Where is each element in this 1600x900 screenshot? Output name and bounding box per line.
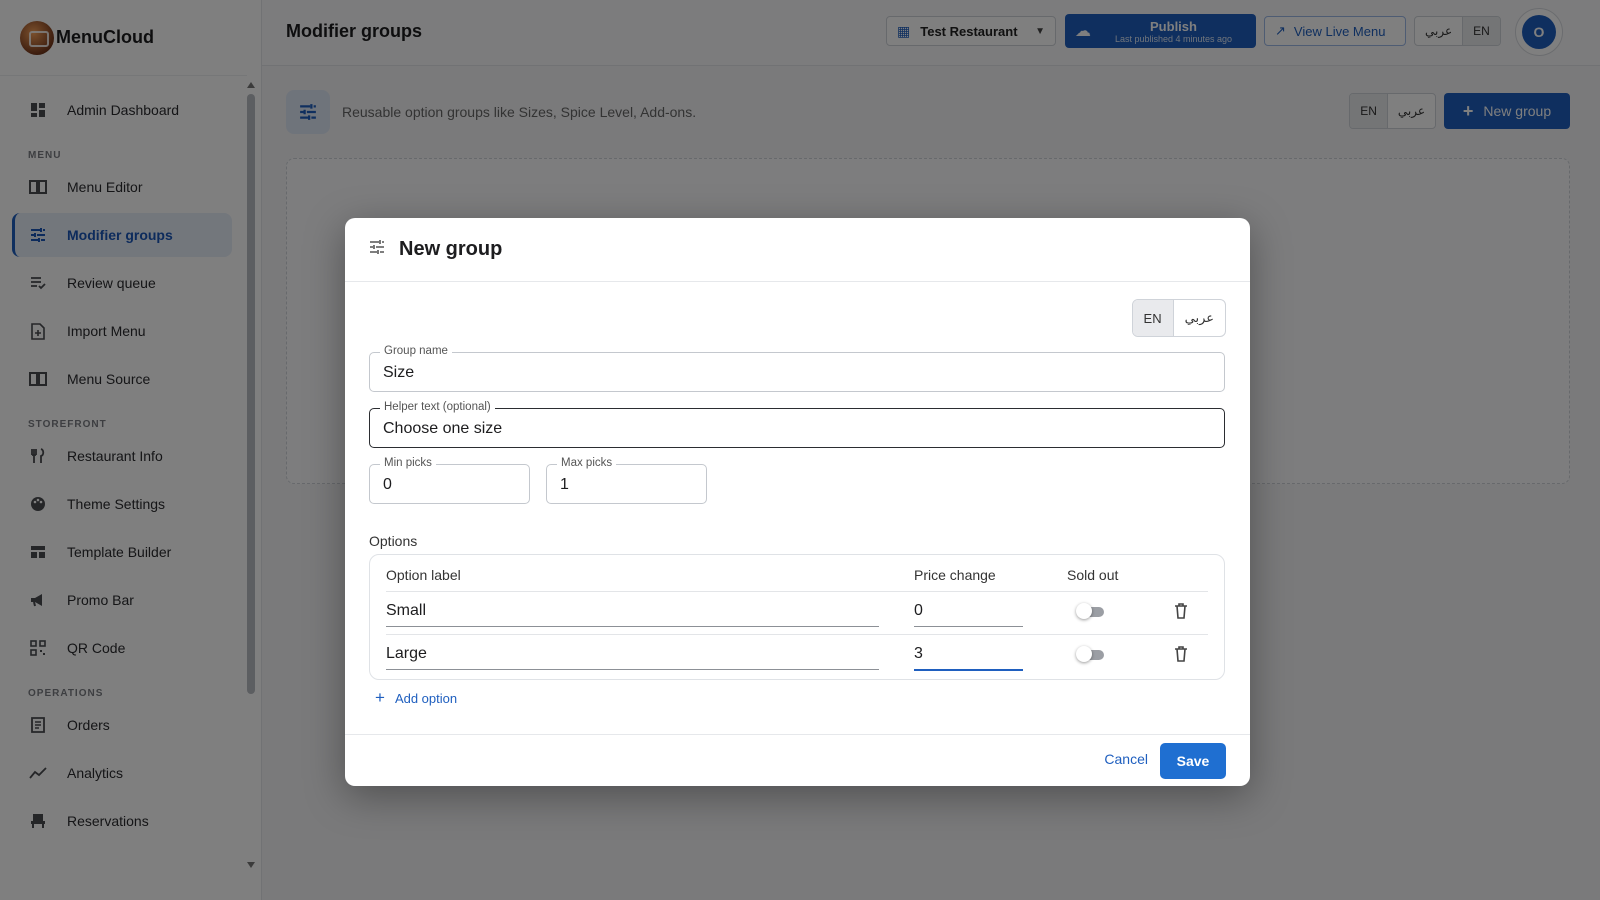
switch-knob [1076, 603, 1092, 619]
tune-icon [369, 239, 385, 260]
column-header-option-label: Option label [386, 567, 461, 583]
min-picks-label: Min picks [380, 457, 436, 469]
sold-out-switch[interactable] [1076, 603, 1106, 619]
table-row: Large 3 [386, 634, 1208, 678]
min-picks-field[interactable]: Min picks 0 [369, 457, 530, 504]
min-picks-input[interactable]: 0 [383, 476, 526, 494]
group-name-input[interactable]: Size [383, 364, 1152, 382]
add-option-button[interactable]: + Add option [375, 688, 457, 708]
cancel-button[interactable]: Cancel [1104, 751, 1148, 767]
price-change-input[interactable]: 3 [914, 645, 1023, 671]
delete-icon[interactable] [1174, 646, 1190, 664]
dialog-footer: Cancel Save [345, 734, 1250, 786]
column-header-sold-out: Sold out [1067, 567, 1119, 583]
sold-out-switch[interactable] [1076, 646, 1106, 662]
helper-text-field[interactable]: Helper text (optional) Choose one size [369, 401, 1225, 448]
table-row: Small 0 [386, 591, 1208, 635]
lang-ar-button[interactable]: عربي [1172, 300, 1225, 336]
option-label-input[interactable]: Large [386, 645, 879, 670]
helper-text-label: Helper text (optional) [380, 401, 495, 413]
option-label-input[interactable]: Small [386, 602, 879, 627]
plus-icon: + [375, 688, 385, 707]
price-change-input[interactable]: 0 [914, 602, 1023, 627]
new-group-dialog: New group EN عربي Group name Size Helper… [345, 218, 1250, 786]
switch-knob [1076, 646, 1092, 662]
add-option-label: Add option [394, 690, 458, 706]
save-button[interactable]: Save [1160, 743, 1226, 779]
max-picks-field[interactable]: Max picks 1 [546, 457, 707, 504]
delete-icon[interactable] [1174, 603, 1190, 621]
lang-en-button[interactable]: EN [1132, 300, 1173, 336]
max-picks-input[interactable]: 1 [560, 476, 703, 494]
group-name-field[interactable]: Group name Size [369, 345, 1225, 392]
dialog-language-toggle: EN عربي [1131, 299, 1226, 337]
options-table: Option label Price change Sold out Small… [369, 554, 1225, 680]
helper-text-input[interactable]: Choose one size [383, 420, 1152, 438]
column-header-price-change: Price change [914, 567, 996, 583]
max-picks-label: Max picks [557, 457, 617, 469]
options-section-title: Options [369, 533, 418, 549]
dialog-title: New group [399, 238, 503, 260]
dialog-header: New group [345, 218, 1250, 282]
group-name-label: Group name [380, 345, 452, 357]
